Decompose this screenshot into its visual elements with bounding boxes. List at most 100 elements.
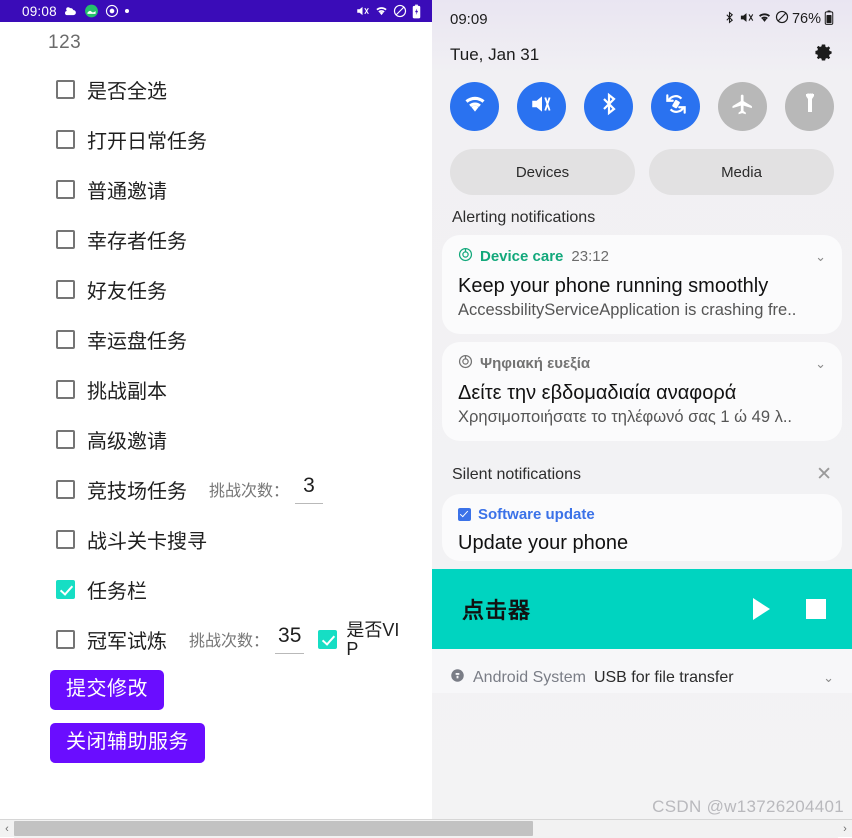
silent-header-label: Silent notifications: [452, 465, 581, 483]
alerting-notifications-header: Alerting notifications: [432, 195, 852, 235]
checkbox-label: 竞技场任务: [87, 480, 187, 503]
checkbox-challenge-dungeon[interactable]: [56, 379, 75, 399]
checkbox-label: 任务栏: [87, 580, 147, 603]
checkbox-label: 好友任务: [87, 280, 167, 303]
sound-toggle[interactable]: [517, 82, 566, 131]
checkbox-champion-trial[interactable]: [56, 629, 75, 649]
right-status-bar-icons: 76%: [723, 10, 834, 29]
champion-count-input[interactable]: 35: [275, 625, 305, 654]
mute-vibrate-icon: [529, 91, 555, 122]
checkbox-row-select-all[interactable]: 是否全选: [0, 64, 432, 114]
notification-digital-wellbeing[interactable]: Ψηφιακή ευεξία ⌄ Δείτε την εβδομαδιαία α…: [442, 342, 842, 441]
bluetooth-icon: [723, 10, 736, 29]
checkbox-row-friend-task[interactable]: 好友任务: [0, 264, 432, 314]
airplane-toggle[interactable]: [718, 82, 767, 131]
notification-body: AccessbilityServiceApplication is crashi…: [458, 301, 797, 319]
notification-device-care[interactable]: Device care 23:12 ⌄ Keep your phone runn…: [442, 235, 842, 334]
wifi-toggle[interactable]: [450, 82, 499, 131]
vip-label: 是否VIP: [346, 621, 400, 657]
right-status-bar: 09:09 76%: [432, 0, 852, 38]
notification-time: 23:12: [571, 248, 609, 265]
auto-rotate-toggle[interactable]: [651, 82, 700, 131]
do-not-disturb-icon: [775, 10, 789, 28]
devices-pill[interactable]: Devices: [450, 149, 635, 195]
checkbox-task-bar[interactable]: [56, 579, 75, 599]
quick-settings-toggles: [432, 68, 852, 131]
checkbox-label: 是否全选: [87, 80, 167, 103]
battery-charging-icon: [411, 4, 422, 19]
app-content: 123 是否全选 打开日常任务 普通邀请 幸存者任务 好友任务 幸运盘任务 挑战…: [0, 22, 432, 763]
chevron-down-icon[interactable]: ⌄: [815, 249, 826, 265]
notification-android-system[interactable]: Android System USB for file transfer ⌄: [432, 649, 852, 693]
dot-icon: [124, 9, 129, 13]
checkbox-daily-tasks[interactable]: [56, 129, 75, 149]
flashlight-toggle[interactable]: [785, 82, 834, 131]
scrollbar-track[interactable]: [14, 819, 838, 838]
checkbox-arena-task[interactable]: [56, 479, 75, 499]
notification-app-name: Ψηφιακή ευεξία: [480, 355, 591, 372]
submit-button-wrap: 提交修改: [0, 670, 432, 710]
auto-rotate-icon: [663, 91, 689, 122]
close-accessibility-service-button[interactable]: 关闭辅助服务: [50, 723, 205, 763]
chevron-down-icon[interactable]: ⌄: [815, 356, 826, 372]
checkbox-lucky-wheel[interactable]: [56, 329, 75, 349]
scroll-right-arrow-icon[interactable]: ›: [838, 820, 852, 838]
checkbox-select-all[interactable]: [56, 79, 75, 99]
notification-app-name: Device care: [480, 248, 564, 265]
arena-count-label: 挑战次数：: [209, 483, 290, 500]
checkbox-row-lucky-wheel[interactable]: 幸运盘任务: [0, 314, 432, 364]
stop-icon[interactable]: [806, 599, 826, 619]
left-status-bar: 09:08: [0, 0, 432, 22]
checkbox-survivor-task[interactable]: [56, 229, 75, 249]
chevron-down-icon[interactable]: ⌄: [823, 670, 834, 686]
close-icon[interactable]: ✕: [816, 463, 832, 486]
close-service-button-wrap: 关闭辅助服务: [0, 723, 432, 763]
green-circle-icon: [84, 4, 99, 18]
checkbox-row-challenge-dungeon[interactable]: 挑战副本: [0, 364, 432, 414]
checkbox-battle-stage-search[interactable]: [56, 529, 75, 549]
checkbox-row-survivor-task[interactable]: 幸存者任务: [0, 214, 432, 264]
checkbox-advanced-invite[interactable]: [56, 429, 75, 449]
checkbox-row-arena-task[interactable]: 竞技场任务 挑战次数： 3: [0, 464, 432, 514]
quick-settings-pills: Devices Media: [432, 131, 852, 195]
shade-date: Tue, Jan 31: [450, 45, 540, 64]
target-icon: [105, 4, 119, 18]
checkbox-row-champion-trial[interactable]: 冠军试炼 挑战次数： 35 是否VIP: [0, 614, 432, 664]
vip-group[interactable]: 是否VIP: [318, 621, 404, 657]
battery-percent-label: 76%: [791, 11, 821, 27]
mute-icon: [355, 4, 370, 18]
notification-title: Update your phone: [458, 532, 629, 554]
airplane-icon: [730, 92, 755, 122]
date-bar: Tue, Jan 31: [432, 38, 852, 68]
play-icon[interactable]: [753, 598, 770, 620]
scroll-left-arrow-icon[interactable]: ‹: [0, 820, 14, 838]
left-status-bar-right: [355, 4, 422, 19]
arena-count-input[interactable]: 3: [295, 475, 324, 504]
notification-software-update[interactable]: Software update Update your phone: [442, 494, 842, 561]
bluetooth-toggle[interactable]: [584, 82, 633, 131]
notification-title: Δείτε την εβδομαδιαία αναφορά: [458, 382, 737, 404]
checkbox-friend-task[interactable]: [56, 279, 75, 299]
digital-wellbeing-icon: [458, 354, 473, 373]
checkbox-normal-invite[interactable]: [56, 179, 75, 199]
scrollbar-thumb[interactable]: [14, 820, 534, 836]
media-pill[interactable]: Media: [649, 149, 834, 195]
weather-cloud-icon: [63, 4, 78, 18]
checkbox-row-normal-invite[interactable]: 普通邀请: [0, 164, 432, 214]
checkbox-label: 打开日常任务: [87, 130, 207, 153]
checkbox-vip[interactable]: [318, 629, 338, 649]
submit-changes-button[interactable]: 提交修改: [50, 670, 164, 710]
gear-icon[interactable]: [813, 42, 834, 68]
page-title: 123: [48, 32, 82, 53]
wifi-icon: [462, 91, 488, 122]
checkbox-label: 冠军试炼: [87, 630, 167, 653]
checkbox-row-daily-tasks[interactable]: 打开日常任务: [0, 114, 432, 164]
checkbox-row-task-bar[interactable]: 任务栏: [0, 564, 432, 614]
horizontal-scrollbar[interactable]: ‹ ›: [0, 819, 852, 838]
checkbox-row-advanced-invite[interactable]: 高级邀请: [0, 414, 432, 464]
mute-icon: [739, 10, 754, 29]
checkbox-row-battle-stage-search[interactable]: 战斗关卡搜寻: [0, 514, 432, 564]
champion-count-label: 挑战次数：: [189, 633, 270, 650]
notification-shade-panel: 09:09 76% Tue, Jan 31 Devices Media Aler…: [432, 0, 852, 819]
clicker-banner[interactable]: 点击器: [432, 569, 852, 649]
